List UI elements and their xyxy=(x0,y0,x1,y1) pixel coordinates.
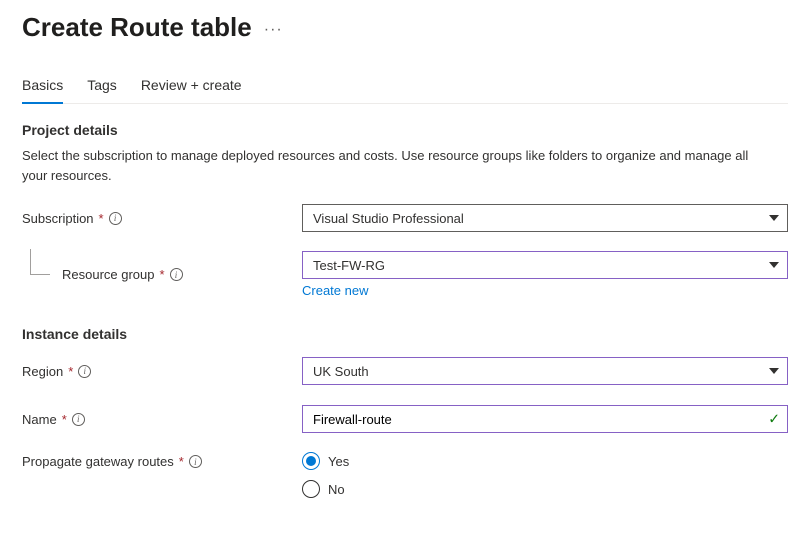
name-label: Name xyxy=(22,412,57,427)
create-new-link[interactable]: Create new xyxy=(302,283,368,298)
project-details-heading: Project details xyxy=(22,122,788,138)
indent-bracket xyxy=(30,249,50,275)
info-icon[interactable]: i xyxy=(170,268,183,281)
region-select[interactable]: UK South xyxy=(302,357,788,385)
required-indicator: * xyxy=(179,454,184,469)
info-icon[interactable]: i xyxy=(78,365,91,378)
resource-group-value: Test-FW-RG xyxy=(313,258,385,273)
propagate-label: Propagate gateway routes xyxy=(22,454,174,469)
page-title: Create Route table xyxy=(22,12,252,43)
chevron-down-icon xyxy=(769,368,779,374)
tab-tags[interactable]: Tags xyxy=(87,71,117,103)
required-indicator: * xyxy=(160,267,165,282)
propagate-yes-label: Yes xyxy=(328,454,349,469)
tab-basics[interactable]: Basics xyxy=(22,71,63,103)
radio-unselected-icon xyxy=(302,480,320,498)
propagate-yes-option[interactable]: Yes xyxy=(302,452,788,470)
region-value: UK South xyxy=(313,364,369,379)
subscription-value: Visual Studio Professional xyxy=(313,211,464,226)
info-icon[interactable]: i xyxy=(72,413,85,426)
chevron-down-icon xyxy=(769,215,779,221)
subscription-select[interactable]: Visual Studio Professional xyxy=(302,204,788,232)
resource-group-select[interactable]: Test-FW-RG xyxy=(302,251,788,279)
propagate-no-option[interactable]: No xyxy=(302,480,788,498)
radio-selected-icon xyxy=(302,452,320,470)
required-indicator: * xyxy=(62,412,67,427)
required-indicator: * xyxy=(99,211,104,226)
resource-group-label: Resource group xyxy=(62,267,155,282)
instance-details-heading: Instance details xyxy=(22,326,788,342)
more-actions-button[interactable]: ··· xyxy=(264,17,283,39)
required-indicator: * xyxy=(68,364,73,379)
propagate-no-label: No xyxy=(328,482,345,497)
tab-bar: Basics Tags Review + create xyxy=(22,71,788,104)
propagate-radio-group: Yes No xyxy=(302,452,788,498)
subscription-label: Subscription xyxy=(22,211,94,226)
project-details-description: Select the subscription to manage deploy… xyxy=(22,146,752,185)
chevron-down-icon xyxy=(769,262,779,268)
info-icon[interactable]: i xyxy=(109,212,122,225)
info-icon[interactable]: i xyxy=(189,455,202,468)
region-label: Region xyxy=(22,364,63,379)
name-input[interactable] xyxy=(302,405,788,433)
tab-review-create[interactable]: Review + create xyxy=(141,71,242,103)
